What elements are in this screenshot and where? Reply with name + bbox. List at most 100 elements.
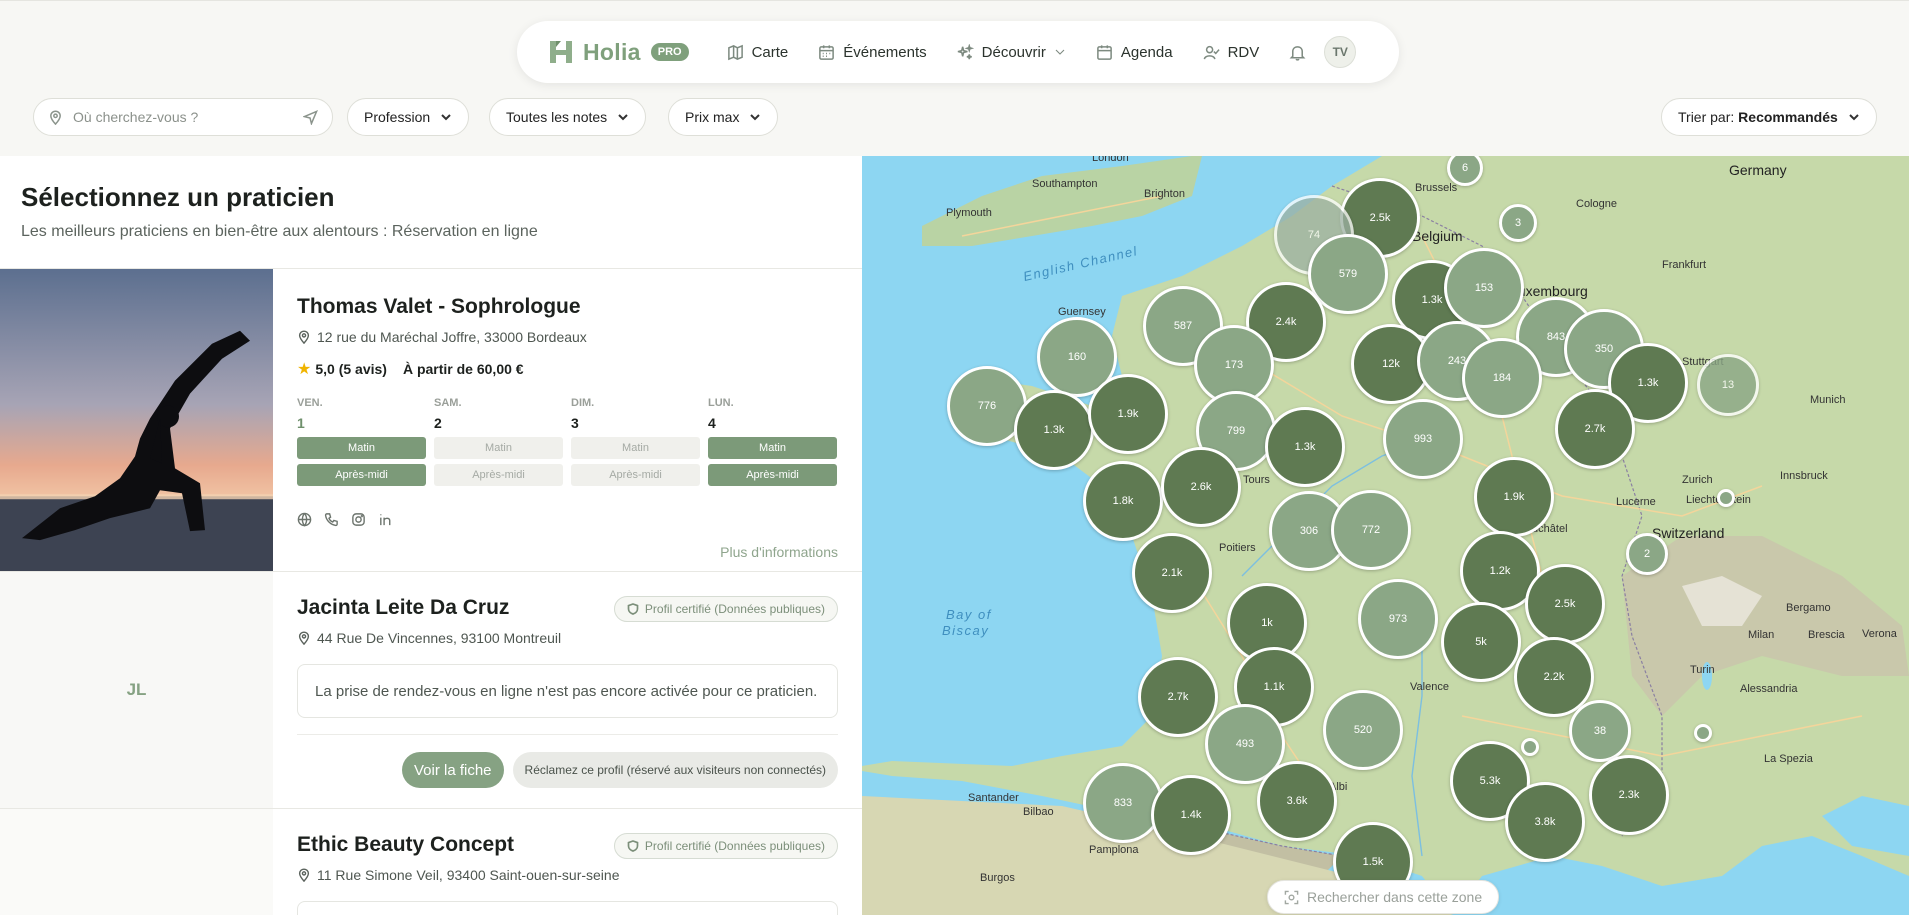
practitioner-initials: JL	[0, 572, 273, 808]
card-body: Jacinta Leite Da Cruz Profil certifié (D…	[297, 596, 838, 735]
locate-me-icon[interactable]	[303, 109, 318, 125]
map-country-label: Belgium	[1412, 228, 1463, 244]
map-city-label: Alessandria	[1740, 683, 1798, 695]
map-cluster[interactable]: 1.8k	[1083, 461, 1163, 541]
more-info-link[interactable]: Plus d'informations	[720, 544, 838, 560]
search-this-zone-label: Rechercher dans cette zone	[1307, 889, 1483, 905]
map-cluster[interactable]: 5k	[1441, 602, 1521, 682]
logo[interactable]: Holia PRO	[547, 38, 689, 66]
map-cluster[interactable]: 772	[1331, 490, 1411, 570]
map-sea-label: Biscay	[942, 623, 990, 638]
day-name: VEN.	[297, 397, 323, 409]
shield-icon	[627, 840, 639, 852]
map-city-label: Pamplona	[1089, 844, 1139, 856]
map-cluster[interactable]: 1.3k	[1265, 407, 1345, 487]
map-cluster[interactable]: 184	[1462, 338, 1542, 418]
map-cluster[interactable]: 3	[1499, 204, 1537, 242]
map-cluster[interactable]: 993	[1383, 399, 1463, 479]
holia-logo-icon	[550, 41, 572, 63]
location-search-input[interactable]	[73, 109, 293, 125]
map-cluster[interactable]: 2.7k	[1138, 657, 1218, 737]
slot-afternoon[interactable]: Après-midi	[297, 464, 426, 486]
practitioner-card[interactable]: JL Jacinta Leite Da Cruz Profil certifié…	[0, 572, 862, 809]
location-search[interactable]	[33, 98, 333, 136]
profession-filter[interactable]: Profession	[347, 98, 470, 136]
map-cluster[interactable]: 2.1k	[1132, 533, 1212, 613]
page-title: Sélectionnez un praticien	[21, 182, 335, 212]
slot-morning: Matin	[571, 437, 700, 459]
practitioner-card[interactable]: Ethic Beauty Concept Profil certifié (Do…	[0, 809, 862, 915]
view-profile-button[interactable]: Voir la fiche	[401, 752, 504, 788]
nav-decouvrir-label: Découvrir	[981, 43, 1046, 61]
search-this-zone-button[interactable]: Rechercher dans cette zone	[1267, 880, 1500, 914]
map-cluster[interactable]: 1.3k	[1014, 390, 1094, 470]
map-marker[interactable]	[1694, 724, 1712, 742]
map-city-label: London	[1092, 156, 1129, 164]
phone-icon[interactable]	[324, 512, 339, 527]
chevron-down-icon	[1055, 49, 1065, 55]
day-column: LUN. 4 Matin Après-midi	[708, 397, 837, 486]
nav-carte[interactable]: Carte	[727, 43, 789, 61]
sort-dropdown[interactable]: Trier par: Recommandés	[1661, 98, 1877, 136]
chevron-down-icon	[750, 114, 761, 121]
map-city-label: Munich	[1810, 394, 1846, 406]
price-filter[interactable]: Prix max	[668, 98, 779, 136]
map-cluster[interactable]: 2.5k	[1525, 564, 1605, 644]
map-cluster[interactable]: 1.9k	[1088, 374, 1168, 454]
globe-icon[interactable]	[297, 512, 312, 527]
notifications-button[interactable]	[1289, 44, 1306, 61]
map-city-label: Innsbruck	[1780, 470, 1828, 482]
map-cluster[interactable]: 2.3k	[1589, 755, 1669, 835]
slot-morning: Matin	[434, 437, 563, 459]
map-cluster[interactable]: 38	[1569, 700, 1631, 762]
map-cluster[interactable]: 153	[1444, 248, 1524, 328]
map-cluster[interactable]: 520	[1323, 690, 1403, 770]
map-cluster[interactable]: 13	[1697, 354, 1759, 416]
map-cluster[interactable]: 3.6k	[1257, 761, 1337, 841]
map-cluster[interactable]: 3.8k	[1505, 782, 1585, 862]
slot-afternoon[interactable]: Après-midi	[708, 464, 837, 486]
card-actions: Voir la fiche Réclamez ce profil (réserv…	[401, 752, 838, 788]
practitioner-photo[interactable]	[0, 269, 273, 571]
linkedin-icon[interactable]	[378, 512, 393, 527]
map-city-label: Bergamo	[1786, 602, 1831, 614]
map-cluster[interactable]: 2	[1626, 533, 1668, 575]
user-avatar[interactable]: TV	[1324, 36, 1357, 68]
map-cluster[interactable]: 1.4k	[1151, 775, 1231, 855]
price-filter-label: Prix max	[685, 109, 740, 125]
map-cluster[interactable]: 973	[1358, 579, 1438, 659]
claim-profile-button[interactable]: Réclamez ce profil (réservé aux visiteur…	[512, 752, 838, 788]
divider	[297, 734, 838, 735]
nav-carte-label: Carte	[751, 43, 789, 61]
slot-morning[interactable]: Matin	[297, 437, 426, 459]
calendar-grid-icon	[819, 44, 835, 60]
map-cluster[interactable]: 1.9k	[1474, 457, 1554, 537]
nav-agenda[interactable]: Agenda	[1096, 44, 1173, 61]
day-column: SAM. 2 Matin Après-midi	[434, 397, 563, 486]
practitioner-card[interactable]: Thomas Valet - Sophrologue 12 rue du Mar…	[0, 269, 862, 572]
nav-rdv[interactable]: RDV	[1203, 44, 1259, 61]
notes-filter[interactable]: Toutes les notes	[489, 98, 647, 136]
map-marker[interactable]	[1717, 489, 1735, 507]
chevron-down-icon	[1849, 114, 1859, 121]
list-header: Sélectionnez un praticien Les meilleurs …	[0, 156, 862, 269]
map-city-label: Valence	[1410, 681, 1449, 693]
map-cluster[interactable]: 2.7k	[1555, 389, 1635, 469]
rating: ★ 5,0 (5 avis)	[297, 359, 387, 379]
top-bar: Holia PRO Carte Événements Découvrir Age…	[0, 0, 1909, 156]
map-marker[interactable]	[1521, 738, 1539, 756]
slot-morning[interactable]: Matin	[708, 437, 837, 459]
certified-badge: Profil certifié (Données publiques)	[613, 833, 838, 859]
instagram-icon[interactable]	[351, 512, 366, 527]
map-city-label: Cologne	[1576, 198, 1617, 210]
nav-decouvrir[interactable]: Découvrir	[957, 43, 1066, 61]
nav-evenements[interactable]: Événements	[818, 43, 927, 61]
map-panel[interactable]: London Southampton Brighton Plymouth Bru…	[862, 156, 1909, 915]
map-cluster[interactable]: 2.6k	[1161, 447, 1241, 527]
certified-label: Profil certifié (Données publiques)	[644, 602, 825, 616]
map-city-label: Verona	[1862, 628, 1897, 640]
map-cluster[interactable]: 833	[1083, 763, 1163, 843]
nav-evenements-label: Événements	[843, 43, 927, 61]
day-number: 1	[297, 415, 305, 431]
practitioner-name[interactable]: Thomas Valet - Sophrologue	[297, 295, 838, 319]
